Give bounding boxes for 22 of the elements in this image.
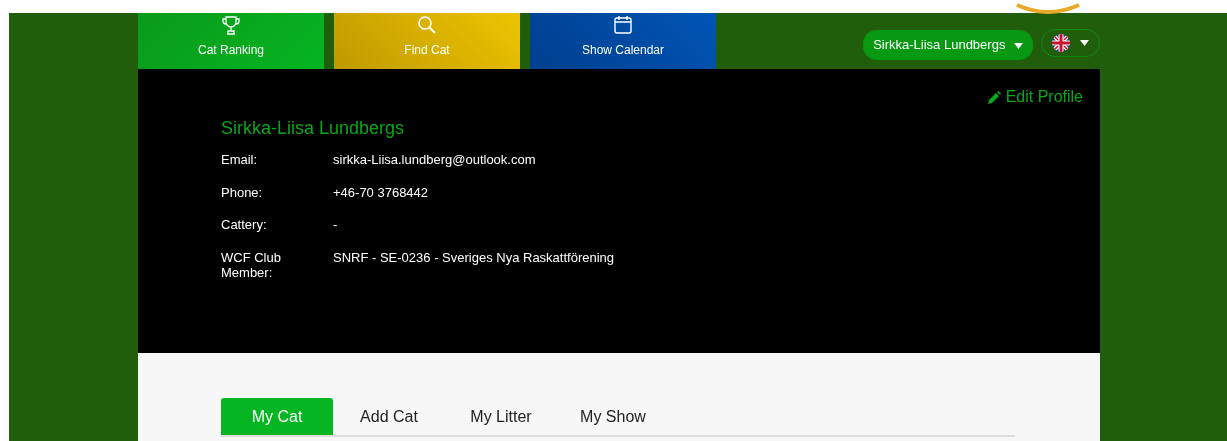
edit-profile-link[interactable]: Edit Profile bbox=[987, 85, 1083, 109]
tab[interactable]: My Show bbox=[557, 398, 669, 435]
calendar-icon bbox=[613, 15, 633, 35]
user-menu-button[interactable]: Sirkka-Liisa Lundbergs bbox=[863, 30, 1033, 60]
field-value: - bbox=[333, 217, 338, 233]
search-icon bbox=[417, 15, 437, 35]
pencil-icon bbox=[987, 90, 1001, 104]
field-value: sirkka-Liisa.lundberg@outlook.com bbox=[333, 152, 536, 168]
field-value: SNRF - SE-0236 - Sveriges Nya Raskattförening bbox=[333, 249, 615, 267]
profile-name: Sirkka-Liisa Lundbergs bbox=[221, 117, 406, 140]
tab[interactable]: My Litter bbox=[445, 398, 557, 435]
caret-icon bbox=[1080, 40, 1089, 46]
field-label: Email: bbox=[221, 152, 259, 168]
field-label: Phone: bbox=[221, 184, 264, 201]
trophy-icon bbox=[221, 15, 241, 35]
caret-icon bbox=[1014, 42, 1023, 49]
nav-tile[interactable]: Show Calendar bbox=[530, 13, 716, 69]
field-label: Cattery: bbox=[221, 217, 268, 233]
uk-flag-icon bbox=[1052, 34, 1070, 52]
tab[interactable]: Add Cat bbox=[333, 398, 445, 435]
field-value: +46-70 3768442 bbox=[333, 184, 429, 201]
field-label: WCF Club Member: bbox=[221, 249, 282, 281]
